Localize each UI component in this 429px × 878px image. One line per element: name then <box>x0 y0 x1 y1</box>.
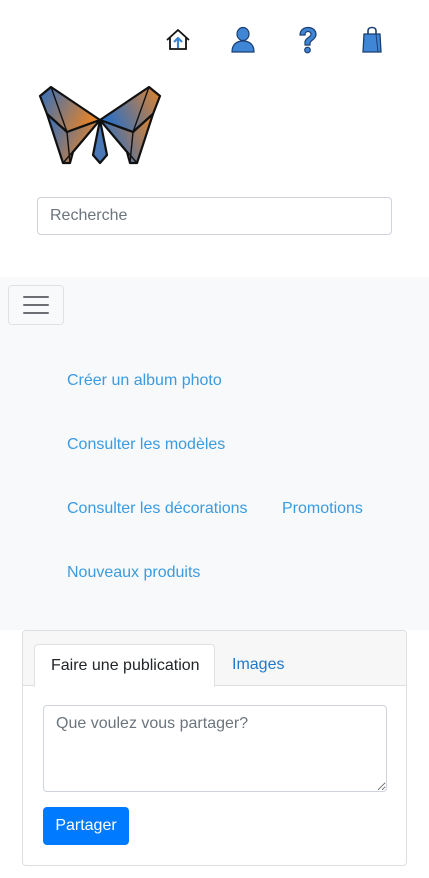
nav-link-decorations[interactable]: Consulter les décorations <box>67 500 248 518</box>
home-upload-icon[interactable] <box>163 24 193 56</box>
nav-link-new-products[interactable]: Nouveaux produits <box>67 564 200 582</box>
nav-link-create-album[interactable]: Créer un album photo <box>67 372 222 390</box>
main-navbar: Créer un album photo Consulter les modèl… <box>0 277 429 630</box>
nav-link-promotions[interactable]: Promotions <box>282 500 363 518</box>
help-icon[interactable] <box>293 24 323 56</box>
navbar-toggler[interactable] <box>8 285 64 325</box>
nav-link-models[interactable]: Consulter les modèles <box>67 436 225 454</box>
search-box <box>37 197 392 235</box>
tab-publication[interactable]: Faire une publication <box>34 644 215 687</box>
search-input[interactable] <box>37 197 392 235</box>
composer-card: Faire une publication Images Partager <box>22 630 407 866</box>
composer-tabs: Faire une publication Images <box>23 631 406 687</box>
post-textarea[interactable] <box>43 705 387 792</box>
user-icon[interactable] <box>228 24 258 56</box>
share-button[interactable]: Partager <box>43 807 129 845</box>
shopping-bag-icon[interactable] <box>357 24 387 56</box>
header-icons <box>0 24 429 58</box>
butterfly-logo[interactable] <box>37 84 163 166</box>
hamburger-icon <box>23 296 49 314</box>
tab-images[interactable]: Images <box>216 644 300 686</box>
